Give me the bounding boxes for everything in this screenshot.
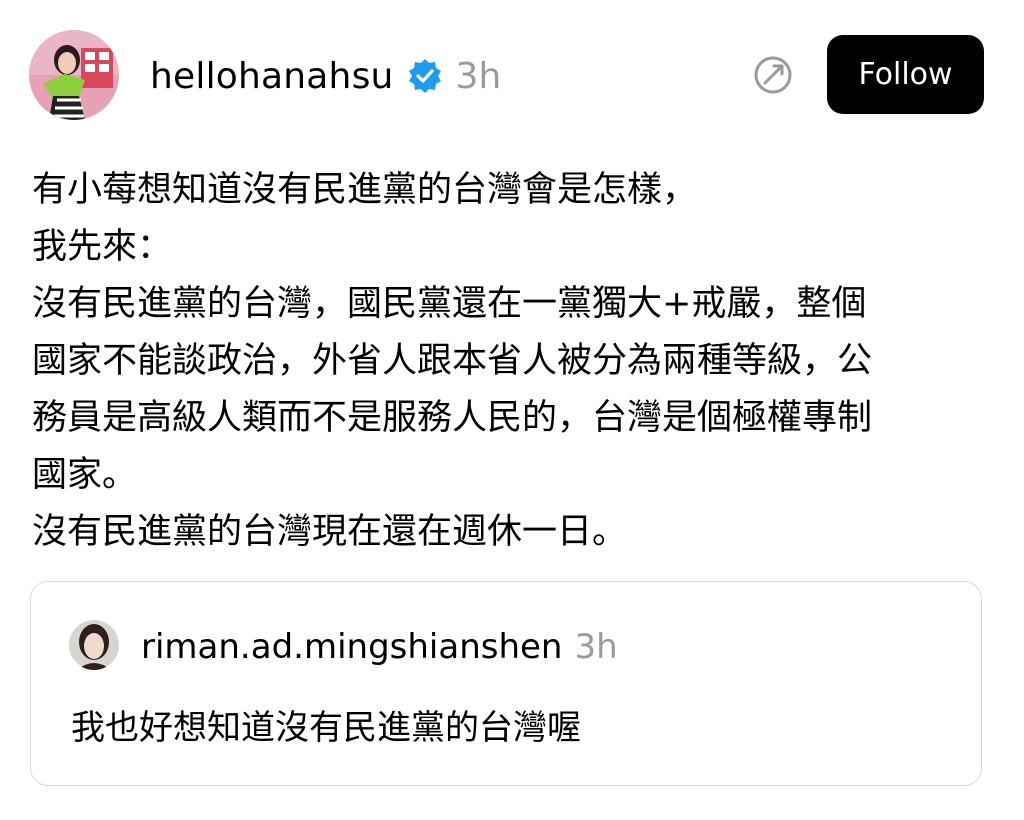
quoted-author-avatar[interactable] xyxy=(69,620,119,670)
post-text-line: 務員是高級人類而不是服務人民的，台灣是個極權專制 xyxy=(32,398,873,438)
author-row: hellohanahsu 3h xyxy=(150,50,501,102)
quoted-post-text: 我也好想知道沒有民進黨的台灣喔 xyxy=(71,708,581,748)
quoted-author-username[interactable]: riman.ad.mingshianshen xyxy=(141,627,562,667)
repost-icon[interactable] xyxy=(752,54,794,96)
post-text-line: 沒有民進黨的台灣現在還在週休一日。 xyxy=(32,512,628,552)
post-body: 有小莓想知道沒有民進黨的台灣會是怎樣， 我先來： 沒有民進黨的台灣，國民黨還在一… xyxy=(32,162,992,561)
quoted-post-card[interactable]: riman.ad.mingshianshen 3h 我也好想知道沒有民進黨的台灣… xyxy=(30,581,982,786)
quoted-post-timestamp: 3h xyxy=(574,627,618,667)
post-text-line: 國家。 xyxy=(32,455,138,495)
quoted-author-row: riman.ad.mingshianshen 3h xyxy=(141,622,618,672)
verified-badge-icon xyxy=(406,57,444,95)
post-timestamp: 3h xyxy=(455,55,502,97)
author-avatar[interactable] xyxy=(29,30,119,120)
post-header: hellohanahsu 3h Follow xyxy=(0,0,1024,150)
author-username[interactable]: hellohanahsu xyxy=(150,56,394,97)
post-text-line: 沒有民進黨的台灣，國民黨還在一黨獨大+戒嚴，整個 xyxy=(32,284,867,324)
follow-button[interactable]: Follow xyxy=(827,35,984,114)
post-text-line: 國家不能談政治，外省人跟本省人被分為兩種等級，公 xyxy=(32,341,873,381)
post-text-line: 有小莓想知道沒有民進黨的台灣會是怎樣， xyxy=(32,170,698,210)
post-text-line: 我先來： xyxy=(32,227,173,267)
